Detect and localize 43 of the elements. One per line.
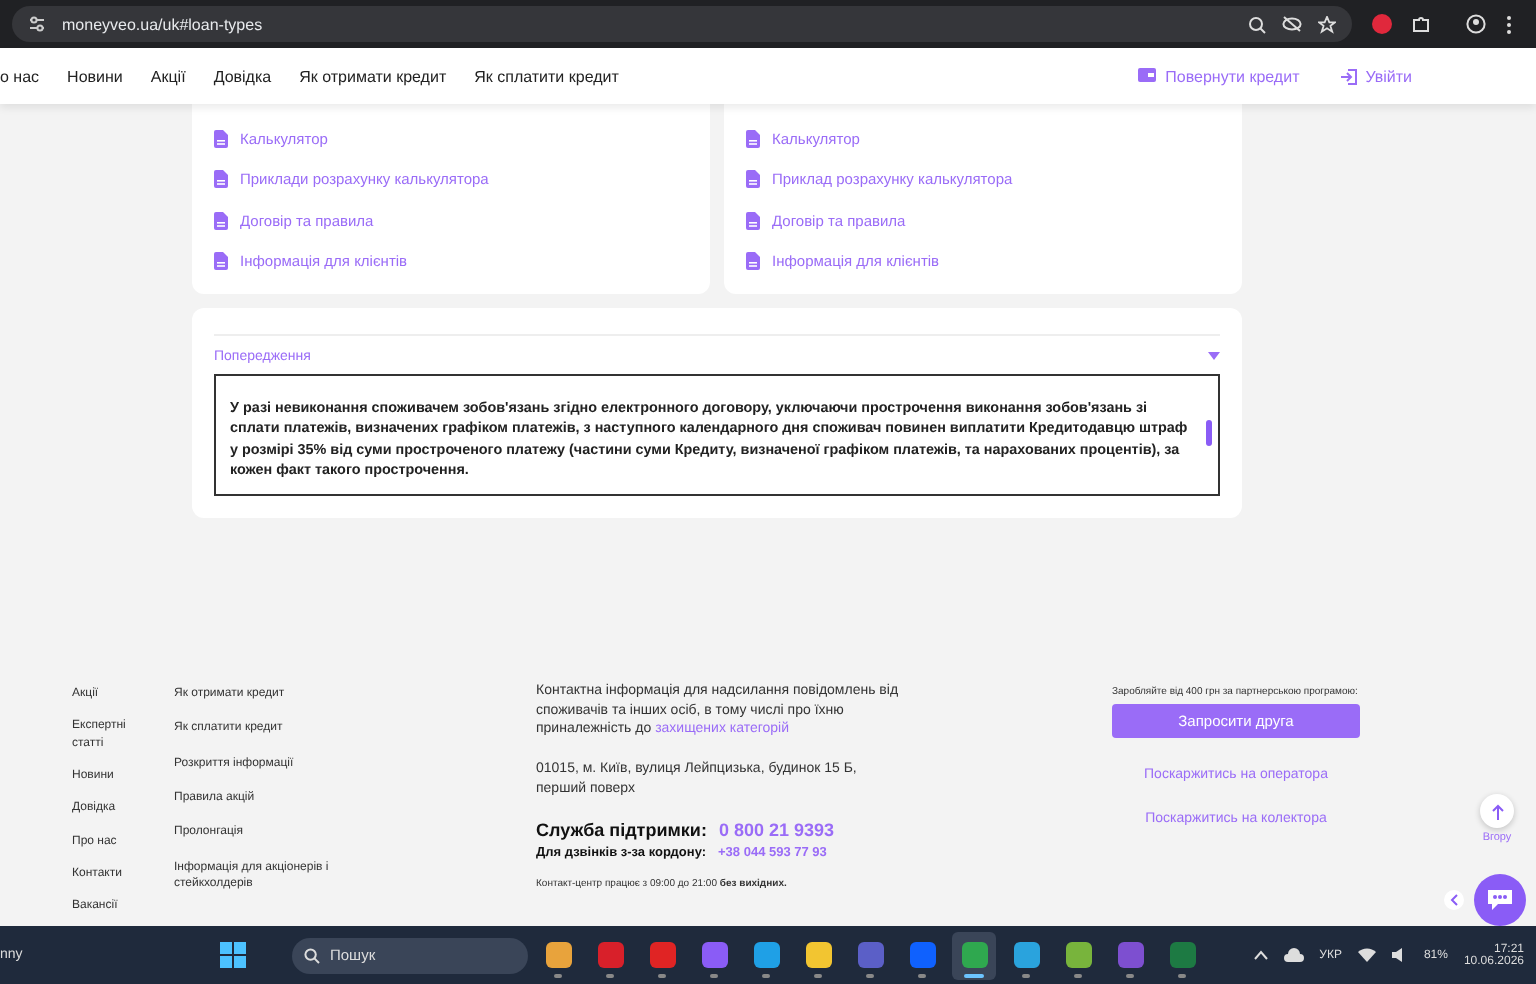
taskbar-app-icon[interactable] (952, 931, 996, 979)
chevron-up-icon[interactable] (1253, 950, 1268, 960)
nav-link[interactable]: Новини (67, 67, 123, 85)
chevron-left-icon (1450, 894, 1458, 906)
login-icon (1339, 67, 1358, 85)
caret-icon (1208, 352, 1220, 362)
wallet-icon (1137, 68, 1158, 84)
star-icon[interactable] (1318, 15, 1336, 33)
start-icon[interactable] (220, 942, 246, 968)
speaker-icon[interactable] (1391, 948, 1408, 962)
eye-crossed-icon[interactable] (1282, 16, 1302, 32)
document-icon (746, 211, 760, 230)
more-icon[interactable] (1506, 15, 1512, 33)
chat-button[interactable] (1474, 874, 1526, 926)
nav-link[interactable]: о нас (0, 67, 40, 85)
address-bar[interactable]: moneyveo.ua/uk#loan-types (12, 6, 1352, 42)
scroll-up-button[interactable] (1480, 794, 1514, 828)
chat-icon (1486, 888, 1514, 912)
support-label: Служба підтримки: (536, 819, 707, 840)
scrollbar-thumb[interactable] (1206, 420, 1212, 446)
collapse-button[interactable] (1444, 890, 1464, 910)
document-icon (746, 170, 760, 189)
document-icon (214, 170, 228, 189)
document-icon (746, 129, 760, 148)
search-icon (304, 947, 320, 963)
nav-link[interactable]: Як отримати кредит (299, 67, 447, 85)
wifi-icon[interactable] (1357, 948, 1376, 962)
zoom-icon[interactable] (1248, 15, 1266, 33)
document-icon (746, 252, 760, 271)
adblock-icon[interactable] (1372, 14, 1392, 34)
login-link[interactable]: Увійти (1339, 67, 1412, 85)
url-text: moneyveo.ua/uk#loan-types (62, 15, 265, 33)
arrow-up-icon (1491, 803, 1503, 819)
site-settings-icon[interactable] (28, 16, 46, 32)
nav-link[interactable]: Як сплатити кредит (474, 67, 619, 85)
repay-link[interactable]: Повернути кредит (1137, 67, 1300, 85)
cloud-icon[interactable] (1283, 948, 1304, 962)
document-icon (214, 211, 228, 230)
document-icon (214, 129, 228, 148)
document-icon (214, 252, 228, 271)
nav-link[interactable]: Довідка (213, 67, 272, 85)
profile-icon[interactable] (1466, 14, 1486, 34)
nav-link[interactable]: Акції (150, 67, 186, 85)
